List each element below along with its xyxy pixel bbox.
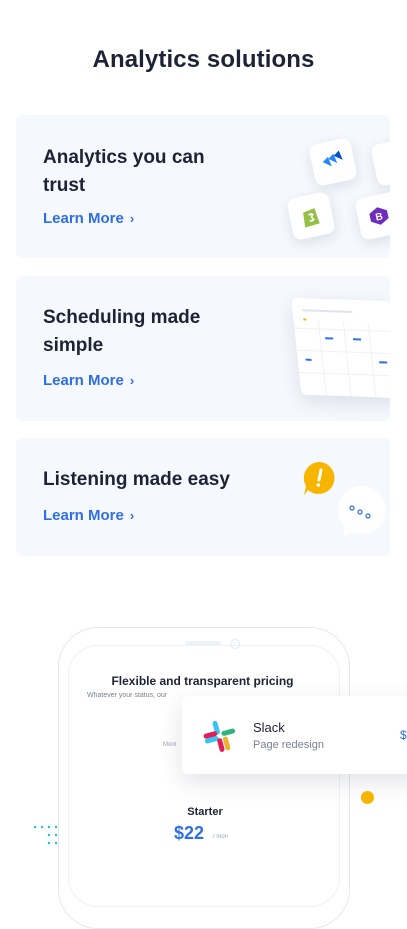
plan-price: $22 [174,823,205,843]
card-title: Listening made easy [43,469,230,490]
phone-speaker [185,641,221,646]
jira-icon [308,137,358,187]
chat-bubble-icon [332,482,390,540]
card-scheduling: Scheduling made simple Learn More › [16,276,390,421]
slack-icon [202,718,238,754]
billing-toggle-label[interactable]: Mont [163,742,176,748]
chevron-right-icon: › [129,211,135,226]
learn-more-link[interactable]: Learn More › [43,372,134,389]
learn-more-label: Learn More [43,210,124,227]
decorative-dot-grid [33,825,59,847]
learn-more-link[interactable]: Learn More › [43,507,134,524]
chevron-right-icon: › [129,508,135,523]
card-title: Scheduling made simple [43,307,201,356]
decorative-yellow-dot [361,791,374,804]
bootstrap-icon: B [354,191,390,241]
pricing-title: Flexible and transparent pricing [111,674,294,688]
notification-title: Slack [253,720,285,735]
calendar-illustration [291,297,390,399]
learn-more-label: Learn More [43,507,124,524]
plan-name: Starter [187,806,223,818]
card-listening: Listening made easy Learn More › [16,438,390,556]
learn-more-label: Learn More [43,372,124,389]
plan-period: / mon [213,834,229,840]
section-title: Analytics solutions [92,46,315,73]
app-tile-icon [370,137,390,187]
card-title: Analytics you can trust [43,147,205,196]
card-analytics: Analytics you can trust Learn More › B [16,115,390,258]
learn-more-link[interactable]: Learn More › [43,210,134,227]
phone-camera [230,639,240,649]
shopify-icon [286,191,336,241]
notification-subtitle: Page redesign [253,739,324,751]
chevron-right-icon: › [129,373,135,388]
notification-price: $ [400,728,407,742]
